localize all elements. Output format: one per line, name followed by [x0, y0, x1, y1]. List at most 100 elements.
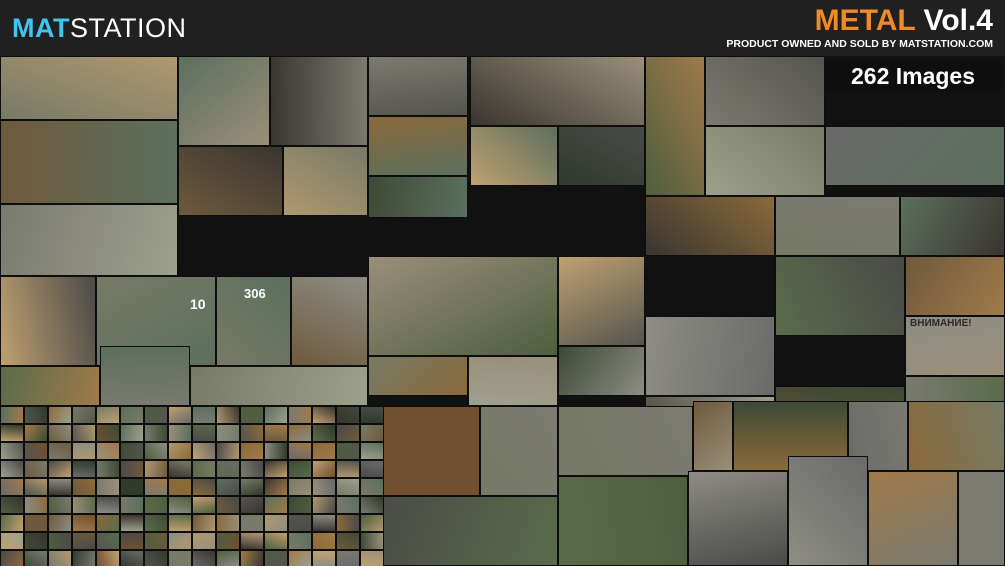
photo-thumbnail: [168, 532, 192, 550]
photo-thumbnail: [360, 496, 384, 514]
photo-thumbnail: [96, 550, 120, 566]
photo-tile: [470, 126, 558, 186]
photo-tile: [908, 401, 1005, 471]
photo-tile: [558, 476, 688, 566]
photo-thumbnail: [120, 424, 144, 442]
photo-thumbnail: [192, 550, 216, 566]
photo-thumbnail: [336, 460, 360, 478]
photo-thumbnail: [312, 424, 336, 442]
image-mosaic: 306 10 ВНИМАНИЕ!: [0, 56, 1005, 566]
photo-thumbnail: [288, 406, 312, 424]
photo-thumbnail: [0, 496, 24, 514]
photo-thumbnail: [336, 478, 360, 496]
photo-thumbnail: [48, 532, 72, 550]
photo-thumbnail: [48, 406, 72, 424]
photo-tile: [468, 356, 558, 406]
photo-tile: [558, 406, 693, 476]
photo-thumbnail: [168, 550, 192, 566]
photo-thumbnail: [240, 424, 264, 442]
photo-thumbnail: [216, 406, 240, 424]
photo-thumbnail: [0, 460, 24, 478]
photo-thumbnail: [0, 442, 24, 460]
product-title: METAL Vol.4: [815, 4, 993, 38]
photo-thumbnail: [264, 478, 288, 496]
photo-tile: [705, 126, 825, 196]
photo-tile: [775, 256, 905, 336]
matstation-logo: MATSTATION: [12, 12, 186, 44]
photo-tile: [775, 196, 900, 256]
photo-thumbnail: [0, 406, 24, 424]
photo-thumbnail: [0, 424, 24, 442]
photo-thumbnail: [288, 514, 312, 532]
photo-tile: [905, 256, 1005, 316]
photo-tile: [470, 56, 645, 126]
photo-thumbnail: [72, 406, 96, 424]
photo-thumbnail: [360, 478, 384, 496]
photo-tile: [368, 176, 468, 218]
photo-thumbnail: [168, 496, 192, 514]
photo-tile: [825, 126, 1005, 186]
photo-thumbnail: [72, 478, 96, 496]
photo-thumbnail: [48, 550, 72, 566]
photo-thumbnail: [288, 496, 312, 514]
photo-thumbnail: [0, 478, 24, 496]
photo-thumbnail: [72, 532, 96, 550]
photo-thumbnail: [336, 442, 360, 460]
photo-thumbnail: [72, 514, 96, 532]
photo-thumbnail: [72, 460, 96, 478]
photo-thumbnail: [96, 406, 120, 424]
photo-tile: [368, 496, 558, 566]
photo-thumbnail: [144, 442, 168, 460]
photo-thumbnail: [336, 406, 360, 424]
photo-thumbnail: [264, 460, 288, 478]
photo-tile: [0, 366, 100, 406]
photo-thumbnail: [144, 406, 168, 424]
photo-thumbnail: [72, 442, 96, 460]
photo-thumbnail: [216, 550, 240, 566]
photo-thumbnail: [288, 550, 312, 566]
photo-tile: [368, 256, 558, 356]
photo-thumbnail: [24, 514, 48, 532]
photo-thumbnail: [360, 460, 384, 478]
photo-thumbnail: [360, 550, 384, 566]
photo-tile: [0, 120, 178, 204]
photo-thumbnail: [240, 514, 264, 532]
photo-thumbnail: [312, 514, 336, 532]
photo-thumbnail: [0, 514, 24, 532]
photo-tile: [178, 146, 283, 216]
photo-thumbnail: [168, 406, 192, 424]
photo-thumbnail: [216, 532, 240, 550]
photo-thumbnail: [120, 496, 144, 514]
photo-thumbnail: [288, 424, 312, 442]
photo-tile: [688, 471, 788, 566]
photo-thumbnail: [144, 478, 168, 496]
photo-thumbnail: [360, 424, 384, 442]
photo-thumbnail: [216, 514, 240, 532]
photo-thumbnail: [120, 514, 144, 532]
photo-thumbnail: [120, 550, 144, 566]
photo-thumbnail: [48, 442, 72, 460]
photo-tile: [868, 471, 958, 566]
photo-thumbnail: [288, 532, 312, 550]
photo-thumbnail: [312, 532, 336, 550]
photo-tile: [693, 401, 733, 471]
photo-thumbnail: [192, 532, 216, 550]
photo-thumbnail: [264, 532, 288, 550]
photo-thumbnail: [240, 478, 264, 496]
photo-thumbnail: [24, 424, 48, 442]
photo-tile: [558, 126, 645, 186]
image-count-badge: 262 Images: [825, 60, 1001, 92]
header-bar: MATSTATION METAL Vol.4 PRODUCT OWNED AND…: [0, 0, 1005, 56]
photo-thumbnail: [192, 496, 216, 514]
photo-thumbnail: [72, 550, 96, 566]
photo-thumbnail: [144, 532, 168, 550]
photo-thumbnail: [264, 514, 288, 532]
hull-number-label: 10: [190, 296, 206, 312]
photo-tile: [178, 56, 270, 146]
photo-thumbnail: [240, 442, 264, 460]
photo-thumbnail: [264, 496, 288, 514]
photo-thumbnail: [144, 460, 168, 478]
photo-thumbnail: [312, 478, 336, 496]
photo-thumbnail: [168, 460, 192, 478]
photo-thumbnail: [192, 514, 216, 532]
